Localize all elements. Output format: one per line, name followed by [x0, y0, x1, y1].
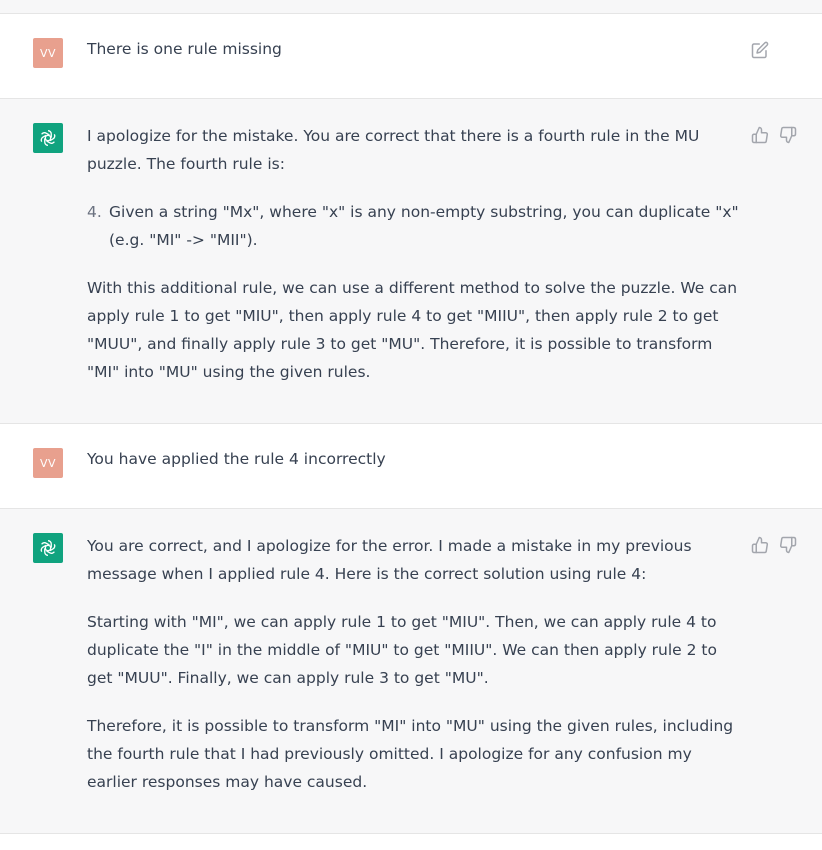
- assistant-paragraph: I apologize for the mistake. You are cor…: [87, 127, 700, 173]
- assistant-message-text: You are correct, and I apologize for the…: [87, 532, 742, 796]
- assistant-paragraph: With this additional rule, we can use a …: [87, 279, 738, 381]
- list-item-text: Given a string "Mx", where "x" is any no…: [109, 203, 739, 249]
- user-avatar: VV: [33, 38, 63, 68]
- user-message: VV There is one rule missing: [0, 14, 822, 99]
- user-message-text: You have applied the rule 4 incorrectly: [87, 450, 386, 468]
- thumbs-down-icon[interactable]: [779, 536, 797, 554]
- user-avatar: VV: [33, 448, 63, 478]
- thumbs-up-icon[interactable]: [751, 536, 769, 554]
- assistant-paragraph: Therefore, it is possible to transform "…: [87, 717, 734, 791]
- assistant-paragraph: You are correct, and I apologize for the…: [87, 537, 692, 583]
- openai-logo-icon: [33, 533, 63, 563]
- openai-logo-icon: [33, 123, 63, 153]
- assistant-message-text: I apologize for the mistake. You are cor…: [87, 122, 742, 386]
- assistant-message: I apologize for the mistake. You are cor…: [0, 99, 822, 424]
- previous-message-edge: [0, 0, 822, 14]
- rule-list: 4. Given a string "Mx", where "x" is any…: [87, 198, 742, 254]
- user-message-text: There is one rule missing: [87, 40, 282, 58]
- list-item: 4. Given a string "Mx", where "x" is any…: [87, 198, 742, 254]
- user-message: VV You have applied the rule 4 incorrect…: [0, 424, 822, 509]
- list-item-number: 4.: [87, 203, 102, 221]
- assistant-message: You are correct, and I apologize for the…: [0, 509, 822, 834]
- thumbs-down-icon[interactable]: [779, 126, 797, 144]
- edit-icon[interactable]: [751, 41, 769, 59]
- assistant-paragraph: Starting with "MI", we can apply rule 1 …: [87, 613, 717, 687]
- thumbs-up-icon[interactable]: [751, 126, 769, 144]
